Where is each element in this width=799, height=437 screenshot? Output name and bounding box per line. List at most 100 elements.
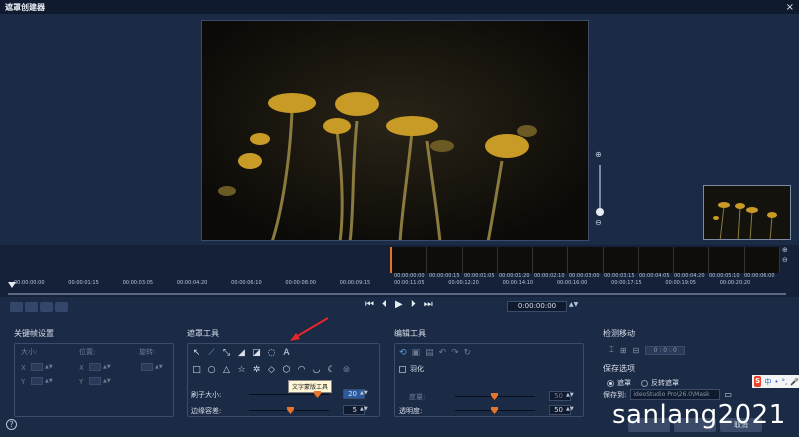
motion-tracking-title: 检测移动 (603, 329, 635, 338)
rectangle-tool-icon[interactable]: □ (191, 365, 202, 375)
timecode-spinner[interactable]: ▲▼ (569, 301, 578, 308)
ruler-tick-label: 00:00:11:05 (394, 280, 425, 286)
navigator-thumbnail[interactable] (703, 185, 791, 240)
position-y-field[interactable] (89, 377, 101, 385)
redo-icon[interactable]: ↷ (451, 348, 459, 358)
ime-punctuation-icon[interactable]: °, (782, 378, 788, 386)
position-x-spinner[interactable]: ▲▼ (103, 364, 111, 370)
timeline-ruler[interactable]: 00:00:00:00 00:00:01:15 00:00:03:05 00:00:0… (0, 273, 799, 295)
degree-slider-thumb[interactable] (491, 393, 498, 400)
rotation-field[interactable] (141, 363, 153, 371)
next-frame-button[interactable]: ⏵ (411, 299, 416, 310)
browse-folder-icon[interactable]: ▭ (724, 390, 732, 399)
remove-keyframe-button[interactable] (25, 302, 38, 312)
track-forward-icon[interactable]: ⊞ (620, 346, 627, 355)
arc-top-tool-icon[interactable]: ◠ (296, 365, 307, 375)
invert-mask-radio-option[interactable]: 反转遮罩 (641, 378, 679, 388)
filmstrip-frame (744, 247, 780, 273)
hexagon-tool-icon[interactable]: ⬡ (281, 365, 292, 375)
star-tool-icon[interactable]: ☆ (236, 365, 247, 375)
timeline-zoom-out-icon[interactable]: ⊖ (782, 255, 788, 265)
edge-tolerance-slider-thumb[interactable] (287, 407, 294, 414)
reset-icon[interactable]: ↻ (464, 348, 472, 358)
track-point-icon[interactable]: ⌶ (609, 345, 614, 355)
undo-icon[interactable]: ↶ (439, 348, 447, 358)
rotation-spinner[interactable]: ▲▼ (155, 364, 163, 370)
timeline-zoom-in-icon[interactable]: ⊕ (782, 245, 788, 255)
strip-tick-label: 00:00:00:15 (429, 273, 460, 279)
rotation-label: 旋转: (139, 348, 156, 356)
position-x-field[interactable] (89, 363, 101, 371)
opacity-slider-thumb[interactable] (491, 407, 498, 414)
brush-size-slider-thumb[interactable] (314, 391, 321, 398)
position-y-spinner[interactable]: ▲▼ (103, 378, 111, 384)
smart-brush-tool-icon[interactable]: ⤡ (221, 348, 232, 358)
mask-radio-option[interactable]: 遮罩 (607, 378, 631, 388)
ime-toolbar[interactable]: S 中 • °, 🎤 (752, 375, 799, 388)
size-y-field[interactable] (31, 377, 43, 385)
zoom-slider-knob[interactable] (596, 208, 604, 216)
annotation-arrow (290, 317, 329, 341)
brush-tool-icon[interactable]: ⟋ (206, 348, 217, 358)
zoom-out-icon[interactable]: ⊖ (595, 218, 602, 227)
ime-language[interactable]: 中 (764, 377, 771, 387)
zoom-in-icon[interactable]: ⊕ (595, 150, 602, 159)
clear-mask-icon[interactable]: ⊗ (341, 365, 352, 375)
select-all-icon[interactable]: ⟲ (399, 348, 407, 358)
playhead[interactable] (8, 282, 16, 288)
diamond-tool-icon[interactable]: ◇ (266, 365, 277, 375)
add-keyframe-button[interactable] (10, 302, 23, 312)
timeline-ruler-bar[interactable] (8, 293, 786, 295)
prev-frame-button[interactable]: ⏴ (382, 299, 387, 310)
save-path-field[interactable]: ideoStudio Pro\26.0\Mask (630, 389, 721, 400)
select-tool-icon[interactable]: ↖ (191, 348, 202, 358)
watermark-text: sanlang2021 (612, 400, 786, 430)
strip-tick-label: 00:00:04:05 (639, 273, 670, 279)
mask-radio[interactable] (607, 379, 614, 387)
timeline-zoom[interactable]: ⊕ ⊖ (782, 245, 788, 265)
triangle-tool-icon[interactable]: △ (221, 365, 232, 375)
ellipse-tool-icon[interactable]: ○ (206, 365, 217, 375)
copy-mask-icon[interactable]: ▣ (412, 348, 421, 358)
ime-dot-icon[interactable]: • (774, 378, 778, 386)
moon-tool-icon[interactable]: ☾ (326, 365, 337, 375)
help-icon[interactable]: ? (6, 419, 17, 430)
eraser-tool-icon[interactable]: ◢ (236, 348, 247, 358)
size-label: 大小: (21, 348, 38, 356)
play-button[interactable]: ▶ (395, 299, 403, 310)
text-mask-tool-icon[interactable]: A (281, 348, 292, 358)
size-x-field[interactable] (31, 363, 43, 371)
microphone-icon[interactable]: 🎤 (790, 378, 799, 386)
paste-mask-icon[interactable]: ▤ (425, 348, 434, 358)
go-to-start-button[interactable]: ⏮ (365, 299, 374, 310)
opacity-spinner[interactable]: ▲▼ (566, 406, 574, 412)
invert-mask-radio[interactable] (641, 379, 648, 387)
smart-eraser-tool-icon[interactable]: ◪ (251, 348, 262, 358)
next-keyframe-button[interactable] (55, 302, 68, 312)
ruler-tick-label: 00:00:06:10 (231, 280, 262, 286)
go-to-end-button[interactable]: ⏭ (424, 299, 433, 310)
filmstrip[interactable] (390, 247, 780, 273)
tracking-timecode[interactable]: 0 : 0 : 0 (645, 345, 686, 355)
preview-zoom[interactable]: ⊕ ⊖ (594, 150, 606, 230)
strip-tick-label: 00:00:01:20 (499, 273, 530, 279)
strip-tick-label: 00:00:00:00 (394, 273, 425, 279)
burst-tool-icon[interactable]: ✲ (251, 365, 262, 375)
prev-keyframe-button[interactable] (40, 302, 53, 312)
degree-spinner[interactable]: ▲▼ (566, 392, 574, 398)
size-x-spinner[interactable]: ▲▼ (45, 364, 53, 370)
mask-radio-label: 遮罩 (617, 379, 631, 387)
edge-tolerance-spinner[interactable]: ▲▼ (360, 406, 368, 412)
lasso-tool-icon[interactable]: ◌ (266, 348, 277, 358)
feather-checkbox[interactable] (399, 365, 406, 373)
degree-row: 度量: 50 ▲▼ (409, 391, 574, 402)
timecode-field[interactable]: 0:00:00:00 (507, 301, 567, 312)
timeline[interactable]: ⊕ ⊖ 00:00:00:00 00:00:01:15 00:00:03:05 00:… (0, 245, 799, 297)
brush-size-spinner[interactable]: ▲▼ (360, 390, 368, 396)
video-preview[interactable] (201, 20, 589, 241)
size-y-spinner[interactable]: ▲▼ (45, 378, 53, 384)
sogou-logo-icon[interactable]: S (754, 376, 762, 387)
close-icon[interactable]: × (786, 2, 794, 13)
arc-bottom-tool-icon[interactable]: ◡ (311, 365, 322, 375)
track-backward-icon[interactable]: ⊟ (633, 346, 640, 355)
